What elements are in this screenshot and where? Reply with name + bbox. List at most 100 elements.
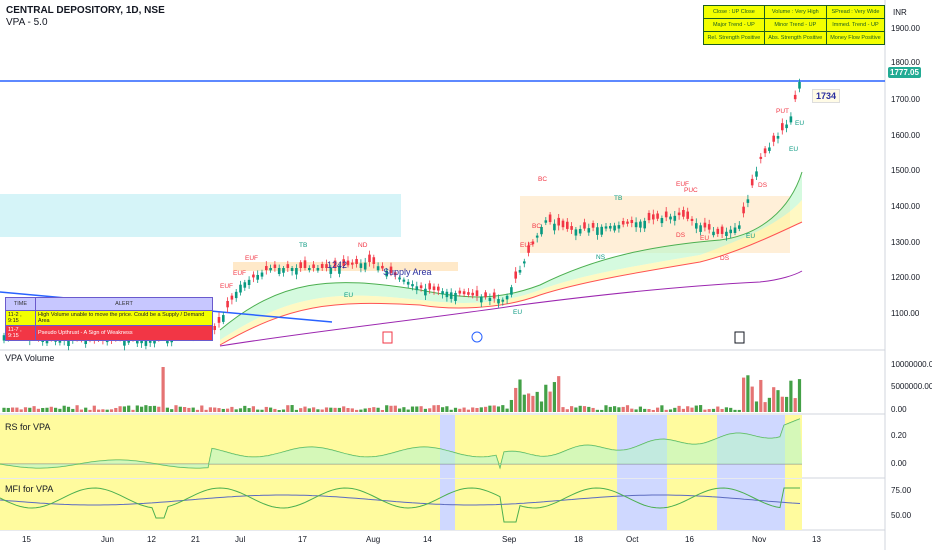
price-tick: 1200.00 (891, 273, 920, 282)
currency-label: INR (893, 8, 907, 17)
candle-body (411, 284, 414, 287)
volume-bar (716, 406, 720, 412)
hline-label[interactable]: 1734 (812, 89, 841, 103)
candle-body (656, 213, 659, 219)
time-tick: Jul (235, 535, 246, 544)
candle-body (600, 226, 603, 235)
price-tick: 1300.00 (891, 238, 920, 247)
signal-label: NS (596, 254, 606, 261)
event-markers[interactable] (382, 331, 745, 344)
candle-body (738, 225, 741, 229)
chart-canvas[interactable] (0, 0, 932, 550)
candle-body (729, 229, 732, 234)
volume-bar (410, 406, 415, 412)
volume-bar (565, 409, 569, 412)
time-tick: 17 (298, 535, 307, 544)
volume-bar (346, 408, 350, 412)
candle-body (406, 281, 410, 285)
demand-zone (0, 194, 401, 237)
volume-bar (118, 406, 122, 412)
time-tick: Jun (101, 535, 114, 544)
candle-body (269, 268, 272, 271)
volume-bar (243, 405, 247, 412)
candle-body (626, 221, 629, 224)
candle-body (548, 214, 552, 223)
volume-bar (337, 407, 341, 412)
candle-body (514, 271, 517, 279)
volume-bar (84, 407, 88, 412)
volume-bar (587, 406, 591, 412)
signal-label: EU (746, 233, 756, 240)
volume-bar (359, 409, 363, 412)
candle-body (781, 123, 784, 131)
alert-text: Pseudo Upthrust - A Sign of Weakness (35, 325, 213, 341)
candle-body (518, 270, 522, 273)
volume-bar (187, 407, 191, 412)
volume-bar (561, 407, 565, 412)
candle-body (699, 225, 702, 232)
candle-body (363, 262, 367, 270)
volume-bar (45, 407, 49, 412)
mfi-pane-label[interactable]: MFI for VPA (5, 484, 53, 494)
rs-pane-label[interactable]: RS for VPA (5, 422, 50, 432)
volume-bar (208, 407, 212, 412)
candle-body (462, 291, 466, 295)
volume-bar (746, 375, 750, 412)
immed-trend: Immed. Trend - UP (825, 18, 886, 32)
volume-bar (660, 405, 664, 412)
candle-body (402, 279, 406, 282)
volume-bar (462, 407, 466, 412)
volume-bar (62, 405, 66, 412)
volume-bar (686, 406, 690, 412)
candle-body (664, 211, 668, 218)
candle-body (652, 214, 655, 220)
volume-bar (277, 409, 281, 412)
volume-bar (92, 405, 96, 412)
candle-body (488, 297, 492, 302)
candle-body (720, 226, 724, 234)
candle-body (544, 220, 548, 223)
volume-pane-label[interactable]: VPA Volume (5, 353, 54, 363)
candle-body (428, 283, 431, 290)
volume-bar (673, 407, 677, 412)
volume-bar (789, 380, 793, 412)
volume-bar (389, 405, 393, 412)
candle-body (643, 220, 646, 229)
candle-body (501, 299, 505, 302)
candle-body (217, 317, 221, 323)
volume-bar (441, 407, 445, 412)
candle-body (574, 229, 578, 236)
candle-body (566, 221, 569, 229)
symbol-title[interactable]: CENTRAL DEPOSITORY, 1D, NSE (6, 5, 165, 16)
candle-body (695, 223, 698, 229)
candle-body (320, 264, 324, 268)
volume-bar (492, 405, 496, 412)
candle-body (234, 291, 238, 299)
volume-bar (66, 406, 71, 412)
volume-bar (15, 407, 19, 412)
volume-bar (88, 409, 92, 412)
candle-body (351, 262, 354, 265)
volume-bar (707, 409, 711, 412)
volume-bar (58, 408, 62, 412)
signal-label: EU (513, 309, 523, 316)
volume-bar (355, 409, 359, 412)
volume-bar (135, 405, 139, 412)
candle-body (772, 135, 775, 142)
price-tick: 1800.00 (891, 58, 920, 67)
candle-body (647, 212, 651, 221)
volume-bar (2, 407, 6, 412)
volume-bar (342, 406, 346, 412)
candle-body (222, 315, 225, 322)
candle-body (591, 223, 595, 228)
volume-bar (23, 407, 28, 412)
volume-bar (234, 409, 238, 412)
candle-body (372, 257, 376, 264)
indicator-name[interactable]: VPA - 5.0 (6, 17, 48, 28)
volume-bar (324, 407, 329, 412)
volume-bar (131, 409, 135, 412)
alerts-alert-header: ALERT (35, 297, 213, 311)
candle-body (570, 226, 573, 230)
volume-bar (531, 395, 535, 412)
volume-bar (449, 409, 453, 412)
